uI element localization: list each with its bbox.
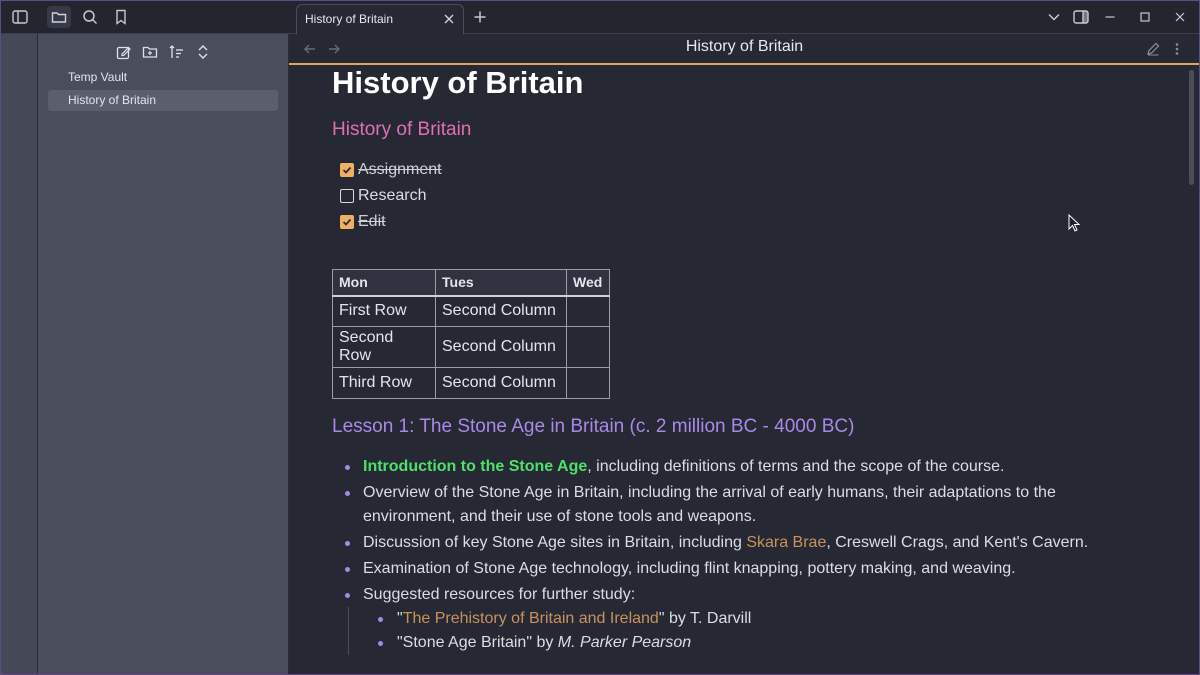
list-item-text: Suggested resources for further study: <box>363 586 636 603</box>
sort-icon[interactable] <box>166 42 186 62</box>
view-header-title[interactable]: History of Britain <box>289 38 1200 56</box>
table-header-cell[interactable]: Mon <box>332 269 436 297</box>
note-editor[interactable]: History of Britain History of Britain As… <box>332 65 1092 675</box>
task-label: Assignment <box>358 161 442 178</box>
collapse-icon[interactable] <box>193 42 213 62</box>
internal-link-prehistory[interactable]: The Prehistory of Britain and Ireland <box>403 610 659 627</box>
list-item-text: Discussion of key Stone Age sites in Bri… <box>363 534 747 551</box>
schedule-table[interactable]: Mon Tues Wed First Row Second Column Sec… <box>332 269 610 399</box>
lesson-heading[interactable]: Lesson 1: The Stone Age in Britain (c. 2… <box>332 416 854 438</box>
list-item-text: Examination of Stone Age technology, inc… <box>363 560 1016 577</box>
checkbox-unchecked[interactable] <box>340 189 354 203</box>
tree-item-temp-vault[interactable]: Temp Vault <box>48 67 278 88</box>
list-item[interactable]: Overview of the Stone Age in Britain, in… <box>332 481 1092 529</box>
table-row: Second Row Second Column <box>332 326 610 368</box>
table-row: Third Row Second Column <box>332 367 610 399</box>
table-cell[interactable] <box>566 295 610 327</box>
new-note-icon[interactable] <box>113 42 133 62</box>
more-options-icon[interactable] <box>1169 41 1185 57</box>
new-tab-plus-icon[interactable] <box>471 8 489 26</box>
right-sidebar-toggle-icon[interactable] <box>1072 8 1090 26</box>
scrollbar-thumb[interactable] <box>1189 70 1194 185</box>
explorer-toolbar <box>38 42 288 62</box>
bookmark-icon[interactable] <box>109 6 133 28</box>
tab-history-of-britain[interactable]: History of Britain <box>296 4 464 34</box>
list-item-text: Overview of the Stone Age in Britain, in… <box>363 484 1056 525</box>
list-item[interactable]: Examination of Stone Age technology, inc… <box>332 557 1092 581</box>
table-cell[interactable]: First Row <box>332 295 436 327</box>
mouse-cursor-icon <box>1068 213 1081 236</box>
task-item[interactable]: Assignment <box>340 160 442 180</box>
task-item[interactable]: Research <box>340 186 426 206</box>
chevron-down-icon[interactable] <box>1045 8 1063 26</box>
internal-link-skara-brae[interactable]: Skara Brae <box>746 534 826 551</box>
list-item-text: "Stone Age Britain" by <box>397 634 558 651</box>
table-cell[interactable]: Second Column <box>435 295 567 327</box>
file-explorer: Temp Vault History of Britain <box>38 34 289 675</box>
author-italic: M. Parker Pearson <box>557 634 692 651</box>
note-title[interactable]: History of Britain <box>332 65 583 101</box>
list-item[interactable]: Discussion of key Stone Age sites in Bri… <box>332 531 1092 555</box>
lesson-bullet-list: Introduction to the Stone Age, including… <box>332 455 1092 657</box>
folder-icon[interactable] <box>47 6 71 28</box>
table-row: First Row Second Column <box>332 295 610 327</box>
minimize-icon[interactable] <box>1101 8 1119 26</box>
table-header-cell[interactable]: Wed <box>566 269 610 297</box>
window-close-icon[interactable] <box>1171 8 1189 26</box>
list-item[interactable]: Suggested resources for further study: "… <box>332 583 1092 655</box>
table-cell[interactable]: Third Row <box>332 367 436 399</box>
list-item[interactable]: "The Prehistory of Britain and Ireland" … <box>349 607 1092 631</box>
resource-sub-list: "The Prehistory of Britain and Ireland" … <box>348 607 1092 655</box>
close-icon[interactable] <box>441 11 457 27</box>
table-header-cell[interactable]: Tues <box>435 269 567 297</box>
table-cell[interactable] <box>566 367 610 399</box>
checkbox-checked[interactable] <box>340 215 354 229</box>
left-toolbar <box>0 0 289 34</box>
view-header: History of Britain <box>289 34 1200 65</box>
list-item-text: , Creswell Crags, and Kent's Cavern. <box>826 534 1089 551</box>
search-icon[interactable] <box>78 6 102 28</box>
ribbon <box>0 34 38 675</box>
task-label: Research <box>358 187 427 204</box>
task-item[interactable]: Edit <box>340 212 386 232</box>
heading-2[interactable]: History of Britain <box>332 119 471 141</box>
list-item[interactable]: "Stone Age Britain" by M. Parker Pearson <box>349 631 1092 655</box>
table-cell[interactable] <box>566 326 610 368</box>
table-cell[interactable]: Second Column <box>435 326 567 368</box>
table-header-row: Mon Tues Wed <box>332 269 610 297</box>
list-item[interactable]: Introduction to the Stone Age, including… <box>332 455 1092 479</box>
new-folder-icon[interactable] <box>140 42 160 62</box>
tree-item-history-of-britain[interactable]: History of Britain <box>48 90 278 111</box>
table-cell[interactable]: Second Row <box>332 326 436 368</box>
tree-item-label: History of Britain <box>68 93 157 107</box>
list-item-text: " by T. Darvill <box>658 610 752 627</box>
list-item-text: , including definitions of terms and the… <box>587 458 1005 475</box>
tab-label: History of Britain <box>305 12 394 26</box>
highlighted-text: Introduction to the Stone Age <box>363 458 588 475</box>
checkbox-checked[interactable] <box>340 163 354 177</box>
tab-bar: History of Britain <box>289 0 1200 34</box>
task-label: Edit <box>358 213 386 230</box>
maximize-icon[interactable] <box>1136 8 1154 26</box>
edit-pencil-icon[interactable] <box>1145 41 1161 57</box>
table-cell[interactable]: Second Column <box>435 367 567 399</box>
tree-item-label: Temp Vault <box>68 70 128 84</box>
sidebar-toggle-icon[interactable] <box>8 6 32 28</box>
